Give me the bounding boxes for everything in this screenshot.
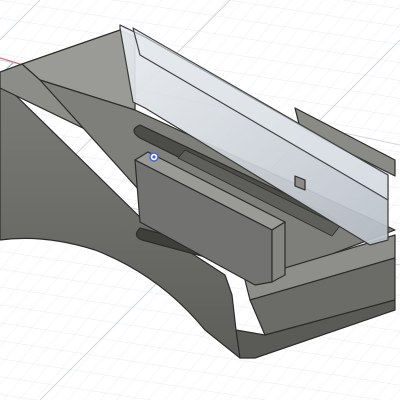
rail-end-face [271,221,286,283]
viewport-canvas[interactable] [0,0,400,400]
point-marker-icon[interactable] [149,152,159,162]
model-viewport[interactable] [0,0,400,400]
